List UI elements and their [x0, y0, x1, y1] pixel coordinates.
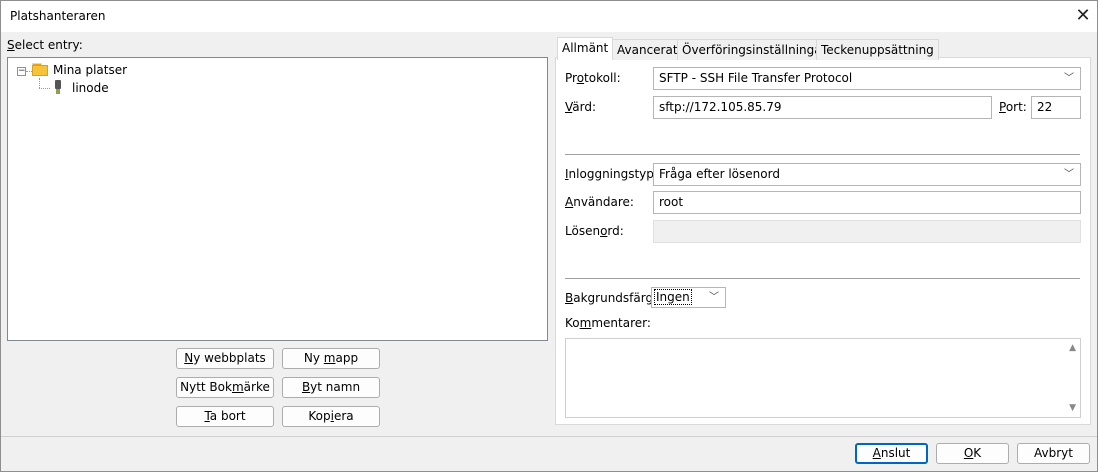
chevron-down-icon: ﹀ — [1064, 169, 1074, 180]
tab-allmant[interactable]: Allmänt — [557, 37, 614, 60]
background-color-label: Bakgrundsfärg: — [565, 291, 658, 305]
comments-label: Kommentarer: — [565, 316, 651, 330]
ok-button[interactable]: OK — [936, 443, 1009, 464]
host-input[interactable]: sftp://172.105.85.79 — [653, 96, 992, 119]
site-tree[interactable]: − Mina platser linode — [7, 57, 548, 341]
port-value: 22 — [1037, 100, 1053, 114]
tab-overforingsinstallningar[interactable]: Överföringsinställningar — [677, 39, 832, 60]
tab-avancerat[interactable]: Avancerat — [612, 39, 683, 60]
port-input[interactable]: 22 — [1031, 96, 1081, 119]
new-bookmark-button[interactable]: Nytt Bokmärke — [176, 377, 274, 398]
user-value: root — [659, 195, 684, 209]
copy-button[interactable]: Kopiera — [282, 406, 380, 427]
divider — [565, 154, 1080, 155]
tree-item-linode[interactable]: linode — [72, 81, 109, 95]
port-label: Port: — [999, 100, 1027, 114]
protocol-select[interactable]: SFTP - SSH File Transfer Protocol ﹀ — [653, 67, 1081, 90]
title-bar: Platshanteraren ✕ — [1, 1, 1097, 32]
divider — [565, 278, 1080, 279]
cancel-button[interactable]: Avbryt — [1017, 443, 1090, 464]
tree-connector — [39, 78, 40, 88]
protocol-value: SFTP - SSH File Transfer Protocol — [659, 71, 853, 85]
logon-type-select[interactable]: Fråga efter lösenord ﹀ — [653, 163, 1081, 186]
scroll-up-icon[interactable]: ▲ — [1069, 343, 1076, 353]
window-title: Platshanteraren — [10, 9, 106, 23]
password-input — [653, 220, 1081, 243]
logon-type-value: Fråga efter lösenord — [659, 167, 780, 181]
delete-button[interactable]: Ta bort — [176, 406, 274, 427]
scroll-down-icon[interactable]: ▼ — [1069, 403, 1076, 413]
tree-connector — [39, 88, 50, 89]
tab-teckenuppsattning[interactable]: Teckenuppsättning — [816, 39, 939, 60]
folder-icon — [32, 63, 48, 76]
rename-button[interactable]: Byt namn — [282, 377, 380, 398]
chevron-down-icon: ﹀ — [709, 292, 719, 303]
password-label: Lösenord: — [565, 224, 624, 238]
comments-textarea[interactable]: ▲ ▼ — [565, 338, 1081, 418]
background-color-select[interactable]: Ingen ﹀ — [651, 287, 726, 308]
user-input[interactable]: root — [653, 191, 1081, 214]
host-value: sftp://172.105.85.79 — [659, 100, 782, 114]
background-color-value: Ingen — [654, 289, 692, 305]
host-label: Värd: — [565, 100, 597, 114]
user-label: Användare: — [565, 195, 634, 209]
chevron-down-icon: ﹀ — [1064, 73, 1074, 84]
footer-separator — [1, 436, 1097, 437]
tree-item-mina-platser[interactable]: Mina platser — [53, 63, 127, 77]
protocol-label: Protokoll: — [565, 71, 621, 85]
logon-type-label: Inloggningstyp: — [565, 167, 658, 181]
new-site-button[interactable]: Ny webbplats — [176, 348, 274, 369]
collapse-toggle-icon[interactable]: − — [17, 67, 26, 76]
select-entry-label: Select entry: — [7, 38, 83, 52]
new-folder-button[interactable]: Ny mapp — [282, 348, 380, 369]
close-icon[interactable]: ✕ — [1073, 6, 1093, 26]
connect-button[interactable]: Anslut — [855, 443, 928, 464]
server-icon — [55, 80, 61, 94]
